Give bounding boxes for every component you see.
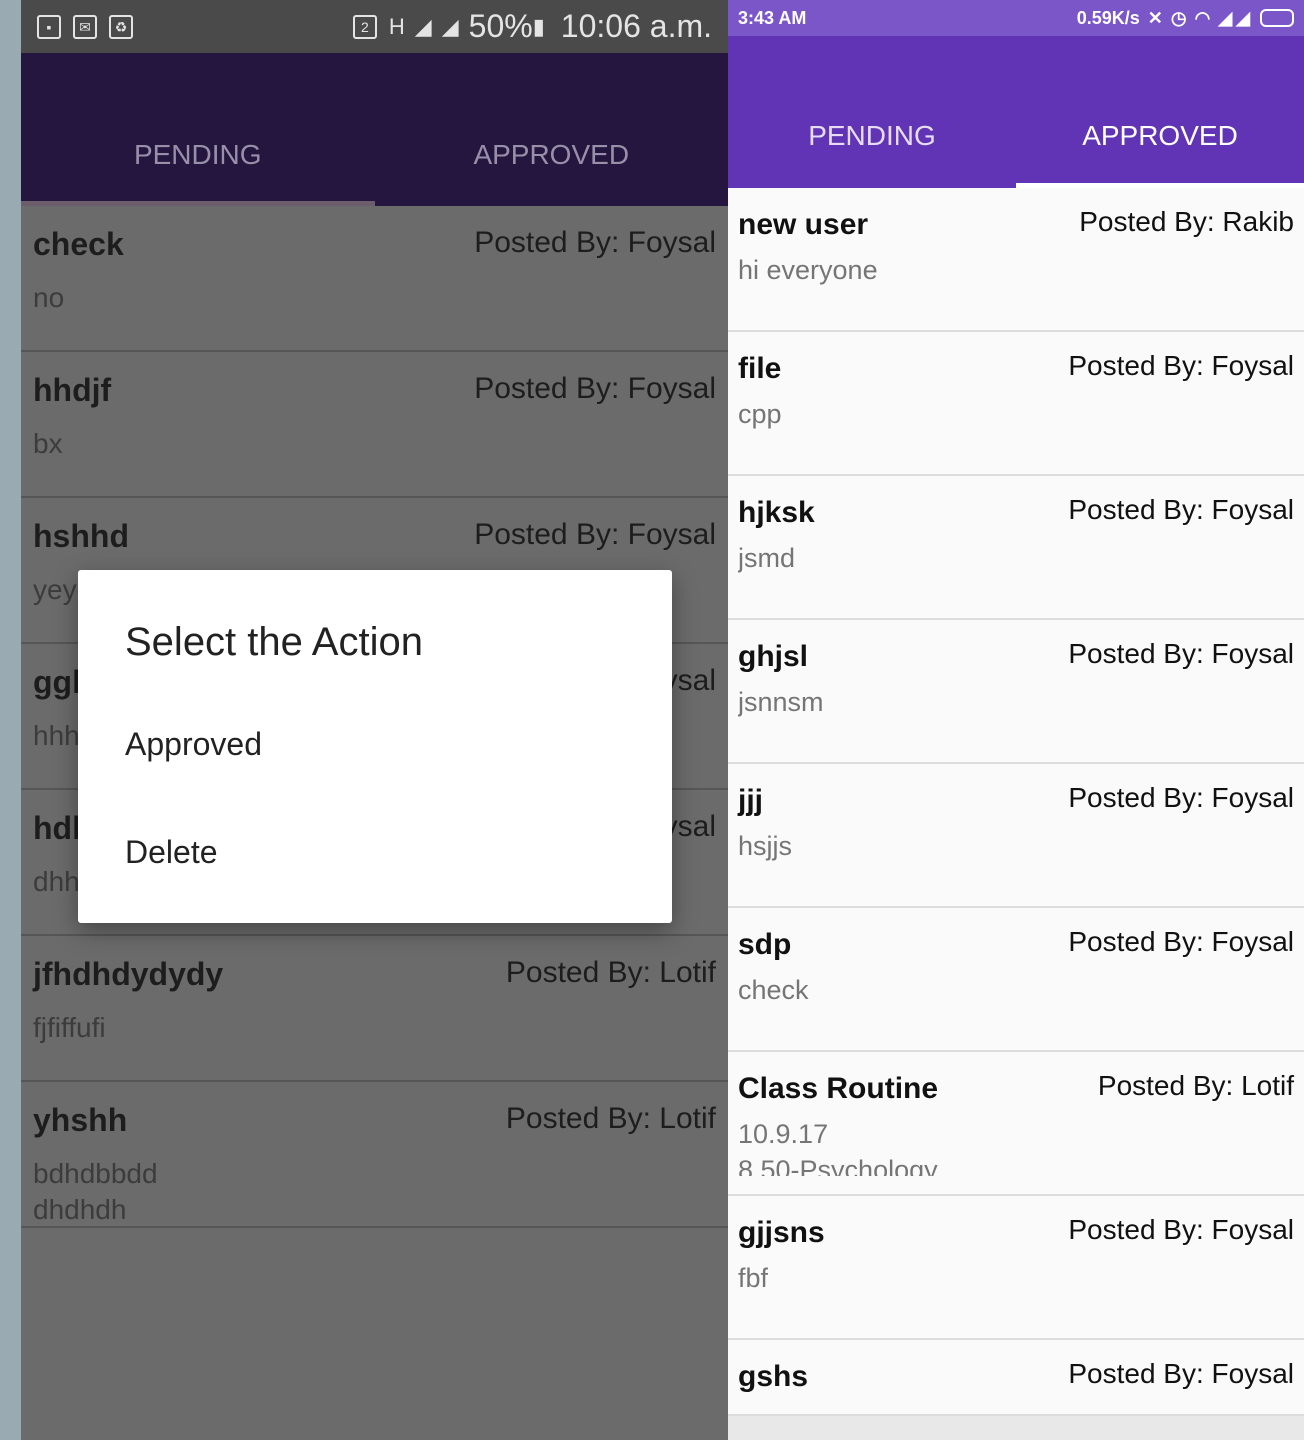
list-item[interactable]: jjj hsjjs Posted By: Foysal	[728, 764, 1304, 908]
post-title: check	[33, 226, 124, 262]
signal-icon: ◢	[414, 13, 434, 39]
status-time: 3:43 AM	[738, 7, 807, 28]
post-body: bx	[33, 428, 63, 459]
post-title: sdp	[738, 928, 792, 961]
network-speed: 0.59K/s	[1076, 7, 1140, 28]
post-body: dhh	[33, 866, 80, 897]
list-item[interactable]: gshs Posted By: Foysal	[728, 1340, 1304, 1416]
post-author: Posted By: Foysal	[474, 226, 716, 259]
post-title: hhdjf	[33, 372, 112, 408]
post-body: jsmd	[738, 543, 796, 573]
post-title: jfhdhdydydy	[33, 956, 224, 992]
app-bar: PENDING APPROVED	[21, 53, 728, 206]
post-title: gshs	[738, 1360, 809, 1393]
post-body: fjfiffufi	[33, 1012, 106, 1043]
mute-icon: ✕	[1147, 7, 1163, 28]
right-phone-screen: 3:43 AM 0.59K/s ✕ ◷ ◠ ◢ ◢ PENDING APPROV…	[728, 0, 1304, 1440]
list-item[interactable]: gjjsns fbf Posted By: Foysal	[728, 1196, 1304, 1340]
post-title: yhshh	[33, 1102, 128, 1138]
list-item[interactable]: file cpp Posted By: Foysal	[728, 332, 1304, 476]
list-item[interactable]: check no Posted By: Foysal	[21, 206, 728, 352]
post-body: hi everyone	[738, 255, 878, 285]
tab-bar: PENDING APPROVED	[728, 86, 1304, 186]
list-item[interactable]: Class Routine 10.9.17 8.50-Psychology Po…	[728, 1052, 1304, 1196]
app-bar: PENDING APPROVED	[728, 36, 1304, 188]
post-body: cpp	[738, 399, 782, 429]
post-author: Posted By: Foysal	[474, 518, 716, 551]
post-author: Posted By: Foysal	[1068, 1358, 1294, 1389]
post-body: hsjjs	[738, 831, 793, 861]
signal-icon: ◢	[1218, 7, 1233, 28]
recycle-icon: ♻	[109, 14, 133, 39]
post-title: jjj	[738, 784, 764, 817]
signal-icon-2: ◢	[1236, 7, 1250, 28]
post-author: Posted By: Foysal	[1068, 350, 1294, 381]
post-title: hshhd	[33, 518, 129, 554]
battery-icon	[1260, 9, 1294, 27]
alarm-icon: ◷	[1170, 7, 1187, 28]
post-body: hhh	[33, 720, 80, 751]
post-title: ghjsl	[738, 640, 809, 673]
post-author: Posted By: Foysal	[1068, 1214, 1294, 1245]
post-author: Posted By: Lotif	[505, 956, 716, 989]
delete-option[interactable]: Delete	[125, 834, 218, 871]
tab-approved[interactable]: APPROVED	[1016, 86, 1304, 186]
post-body: jsnnsm	[738, 687, 824, 717]
post-title: new user	[738, 208, 869, 241]
post-body: 10.9.17 8.50-Psychology	[738, 1119, 938, 1176]
post-body: bdhdbbdd dhdhdh	[33, 1158, 158, 1225]
list-item[interactable]: sdp check Posted By: Foysal	[728, 908, 1304, 1052]
status-time: 10:06 a.m.	[560, 8, 712, 44]
network-type: H	[388, 13, 407, 39]
post-author: Posted By: Foysal	[474, 372, 716, 405]
post-author: Posted By: Foysal	[1068, 638, 1294, 669]
post-title: Class Routine	[738, 1072, 939, 1105]
post-body: check	[738, 975, 809, 1005]
list-item[interactable]: yhshh bdhdbbdd dhdhdh Posted By: Lotif	[21, 1082, 728, 1228]
list-item[interactable]: hjksk jsmd Posted By: Foysal	[728, 476, 1304, 620]
post-title: file	[738, 352, 782, 385]
action-dialog: Select the Action Approved Delete	[78, 570, 672, 923]
post-author: Posted By: Foysal	[1068, 782, 1294, 813]
post-author: Posted By: Foysal	[1068, 494, 1294, 525]
post-author: Posted By: Lotif	[1097, 1070, 1294, 1101]
battery-icon: ▮	[532, 13, 547, 39]
list-item[interactable]: jfhdhdydydy fjfiffufi Posted By: Lotif	[21, 936, 728, 1082]
tab-pending[interactable]: PENDING	[728, 86, 1016, 186]
battery-percent: 50%	[468, 8, 533, 44]
status-bar: 3:43 AM 0.59K/s ✕ ◷ ◠ ◢ ◢	[728, 0, 1304, 36]
status-bar: ▪ ✉ ♻ 2 H ◢ ◢ 50% ▮ 10:06 a.m.	[21, 0, 728, 53]
post-title: hjksk	[738, 496, 815, 529]
wifi-icon: ◠	[1194, 7, 1211, 28]
post-title: gjjsns	[738, 1216, 825, 1249]
post-author: Posted By: Lotif	[505, 1102, 716, 1135]
tab-pending[interactable]: PENDING	[21, 103, 375, 206]
sim-badge: 2	[352, 14, 377, 39]
list-item[interactable]: ghjsl jsnnsm Posted By: Foysal	[728, 620, 1304, 764]
post-author: Posted By: Rakib	[1079, 206, 1294, 237]
list-item[interactable]: new user hi everyone Posted By: Rakib	[728, 188, 1304, 332]
post-body: fbf	[738, 1263, 769, 1293]
signal-icon-2: ◢	[441, 13, 461, 39]
post-author: Posted By: Foysal	[1068, 926, 1294, 957]
list-item[interactable]: hhdjf bx Posted By: Foysal	[21, 352, 728, 498]
dialog-title: Select the Action	[125, 620, 423, 664]
approve-option[interactable]: Approved	[125, 726, 262, 763]
tab-bar: PENDING APPROVED	[21, 103, 728, 206]
image-icon: ▪	[37, 14, 61, 39]
approved-post-list: new user hi everyone Posted By: Rakib fi…	[728, 188, 1304, 1416]
tab-approved[interactable]: APPROVED	[375, 103, 729, 206]
left-phone-screen: ▪ ✉ ♻ 2 H ◢ ◢ 50% ▮ 10:06 a.m. PENDING A…	[21, 0, 728, 1440]
mail-icon: ✉	[73, 14, 97, 39]
post-body: no	[33, 282, 65, 313]
